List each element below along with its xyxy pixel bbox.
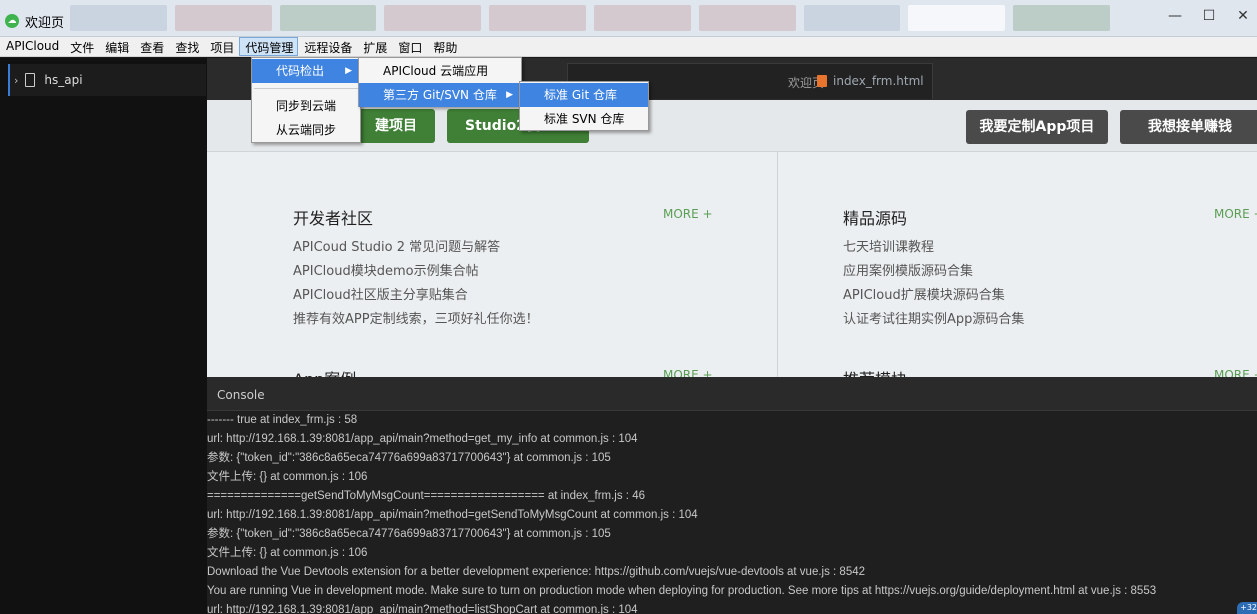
menu-code-management[interactable]: 代码管理 — [239, 37, 299, 56]
console-line: 文件上传: {} at common.js : 106 — [207, 471, 368, 483]
list-item[interactable]: APICloud扩展模块源码合集 — [843, 284, 1024, 308]
console-line: ==============getSendToMyMsgCount=======… — [207, 490, 645, 502]
code-management-menu: 代码检出 ▶ 同步到云端 从云端同步 — [251, 57, 361, 143]
menu-item-label: 第三方 Git/SVN 仓库 — [383, 88, 497, 102]
blurred-tab[interactable] — [279, 5, 377, 31]
earn-money-button[interactable]: 我想接单赚钱 — [1120, 110, 1257, 144]
minimize-button[interactable]: — — [1165, 8, 1185, 24]
console-line: ------- true at index_frm.js : 58 — [207, 414, 358, 426]
menu-item-standard-svn[interactable]: 标准 SVN 仓库 — [520, 107, 648, 131]
window-controls: — ☐ ✕ — [1165, 8, 1253, 24]
project-explorer: › hs_api — [0, 58, 207, 614]
blurred-tab[interactable] — [70, 5, 167, 31]
link-list: 七天培训课教程 应用案例模版源码合集 APICloud扩展模块源码合集 认证考试… — [843, 236, 1024, 332]
tab-index-frm-label: index_frm.html — [833, 74, 924, 88]
menu-edit[interactable]: 编辑 — [99, 37, 134, 56]
menu-extensions[interactable]: 扩展 — [357, 37, 392, 56]
chevron-right-icon: ▶ — [506, 90, 513, 100]
close-button[interactable]: ✕ — [1233, 8, 1253, 24]
menu-remote-device[interactable]: 远程设备 — [298, 37, 357, 56]
maximize-button[interactable]: ☐ — [1199, 8, 1219, 24]
app-window: ☁ 欢迎页 — ☐ ✕ APICloud 文件 编辑 查看 查找 项目 代码管理… — [0, 0, 1257, 614]
console-line: 参数: {"token_id":"386c8a65eca74776a699a83… — [207, 452, 611, 464]
list-item[interactable]: APICloud模块demo示例集合帖 — [293, 260, 539, 284]
blurred-tab[interactable] — [908, 5, 1006, 31]
console-output: ------- true at index_frm.js : 58 url: h… — [207, 411, 1257, 614]
console-line: url: http://192.168.1.39:8081/app_api/ma… — [207, 509, 698, 521]
chevron-right-icon[interactable]: › — [14, 74, 18, 87]
console-line: url: http://192.168.1.39:8081/app_api/ma… — [207, 433, 638, 445]
menu-find[interactable]: 查找 — [169, 37, 204, 56]
blurred-tab[interactable] — [174, 5, 272, 31]
window-title: 欢迎页 — [25, 16, 65, 31]
menu-bar: APICloud 文件 编辑 查看 查找 项目 代码管理 远程设备 扩展 窗口 … — [0, 37, 1257, 57]
apicloud-logo-icon: ☁ — [5, 14, 19, 28]
menu-item-apicloud-cloud-app[interactable]: APICloud 云端应用 — [359, 59, 521, 83]
console-line: You are running Vue in development mode.… — [207, 585, 1157, 597]
menu-window[interactable]: 窗口 — [392, 37, 427, 56]
scroll-badge[interactable]: +32 — [1237, 602, 1257, 614]
menu-item-sync-from-cloud[interactable]: 从云端同步 — [252, 118, 360, 142]
console-header: Console — [207, 377, 1257, 411]
console-line: url: http://192.168.1.39:8081/app_api/ma… — [207, 604, 638, 614]
section-title: 开发者社区 — [293, 209, 374, 228]
welcome-button-row: 建项目 Studio2使 我要定制App项目 我想接单赚钱 — [207, 100, 1257, 152]
console-title: Console — [217, 388, 265, 402]
column-divider — [777, 152, 778, 377]
blurred-tab[interactable] — [803, 5, 901, 31]
menu-item-sync-to-cloud[interactable]: 同步到云端 — [252, 94, 360, 118]
console-line: Download the Vue Devtools extension for … — [207, 566, 866, 578]
blurred-tab[interactable] — [384, 5, 482, 31]
list-item[interactable]: 认证考试往期实例App源码合集 — [843, 308, 1024, 332]
console-line: 文件上传: {} at common.js : 106 — [207, 547, 368, 559]
blurred-tab[interactable] — [1013, 5, 1110, 31]
menu-project[interactable]: 项目 — [204, 37, 239, 56]
project-name: hs_api — [44, 73, 83, 87]
list-item[interactable]: 应用案例模版源码合集 — [843, 260, 1024, 284]
list-item[interactable]: APICoud Studio 2 常见问题与解答 — [293, 236, 539, 260]
more-link[interactable]: MORE + — [663, 207, 713, 221]
menu-apicloud[interactable]: APICloud — [0, 37, 64, 56]
console-line: 参数: {"token_id":"386c8a65eca74776a699a83… — [207, 528, 611, 540]
blurred-tab[interactable] — [489, 5, 586, 31]
menu-view[interactable]: 查看 — [134, 37, 169, 56]
menu-separator — [254, 88, 358, 89]
more-link[interactable]: MORE + — [1214, 207, 1257, 221]
custom-app-button[interactable]: 我要定制App项目 — [966, 110, 1108, 144]
menu-item-standard-git[interactable]: 标准 Git 仓库 — [520, 83, 648, 107]
menu-item-third-party-repo[interactable]: 第三方 Git/SVN 仓库 ▶ — [359, 83, 521, 107]
section-title: 精品源码 — [843, 209, 908, 228]
blurred-tab[interactable] — [698, 5, 796, 31]
menu-item-checkout[interactable]: 代码检出 ▶ — [252, 59, 360, 83]
chevron-right-icon: ▶ — [345, 66, 352, 76]
taskbar-thumbnails — [70, 5, 1110, 31]
html5-icon — [817, 75, 827, 87]
menu-file[interactable]: 文件 — [64, 37, 99, 56]
menu-help[interactable]: 帮助 — [427, 37, 462, 56]
blurred-tab[interactable] — [593, 5, 691, 31]
title-bar: ☁ 欢迎页 — ☐ ✕ — [0, 0, 1257, 37]
tab-index-frm[interactable]: index_frm.html — [817, 74, 924, 88]
device-icon — [25, 73, 36, 87]
welcome-page: 建项目 Studio2使 我要定制App项目 我想接单赚钱 开发者社区 MORE… — [207, 100, 1257, 389]
checkout-submenu: APICloud 云端应用 第三方 Git/SVN 仓库 ▶ — [358, 57, 522, 107]
project-tree-item[interactable]: › hs_api — [8, 64, 206, 96]
list-item[interactable]: 七天培训课教程 — [843, 236, 1024, 260]
list-item[interactable]: 推荐有效APP定制线索，三项好礼任你选！ — [293, 308, 539, 332]
console-panel: Console ------- true at index_frm.js : 5… — [207, 377, 1257, 614]
list-item[interactable]: APICloud社区版主分享贴集合 — [293, 284, 539, 308]
link-list: APICoud Studio 2 常见问题与解答 APICloud模块demo示… — [293, 236, 539, 332]
menu-item-label: 代码检出 — [276, 64, 325, 78]
git-svn-submenu: 标准 Git 仓库 标准 SVN 仓库 — [519, 81, 649, 131]
